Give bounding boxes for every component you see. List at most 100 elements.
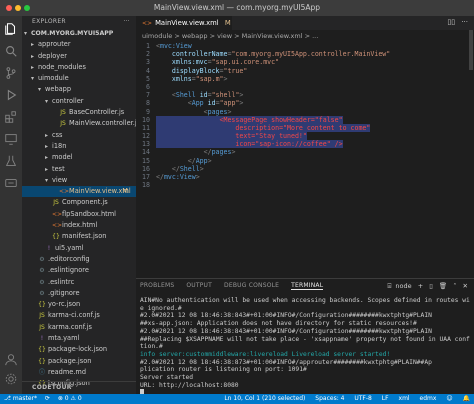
code-line[interactable]: 13 icon="sap-icon://coffee" /> xyxy=(136,140,474,149)
tree-file[interactable]: <>index.html xyxy=(22,220,136,231)
language-mode[interactable]: xml xyxy=(399,395,410,402)
kill-terminal-icon[interactable]: 🗑 xyxy=(439,282,447,290)
project-root[interactable]: ▾ COM.MYORG.MYUI5APP xyxy=(22,28,136,39)
cursor-position[interactable]: Ln 10, Col 1 (210 selected) xyxy=(224,395,305,402)
sync-icon[interactable]: ⟳ xyxy=(45,395,50,402)
code-line[interactable]: 14 </pages> xyxy=(136,148,474,156)
line-content: <mvc:View xyxy=(156,42,192,50)
tree-item-label: i18n xyxy=(52,141,67,150)
panel-tab-terminal[interactable]: TERMINAL xyxy=(291,282,324,290)
testing-icon[interactable] xyxy=(4,154,18,168)
tree-folder[interactable]: ▸ node_modules xyxy=(22,62,136,73)
code-line[interactable]: 8 <App id="app"> xyxy=(136,99,474,107)
tree-file[interactable]: ⓘ readme.md xyxy=(22,367,136,378)
settings-gear-icon[interactable] xyxy=(4,372,18,386)
terminal-line: tion.# xyxy=(140,343,163,351)
tree-file[interactable]: ⚙ .eslintrc xyxy=(22,277,136,288)
scrollbar-thumb[interactable] xyxy=(469,30,473,70)
code-line[interactable]: 4 displayBlock="true" xyxy=(136,67,474,75)
code-line[interactable]: 9 <pages> xyxy=(136,108,474,116)
tree-file[interactable]: {} package.json xyxy=(22,356,136,367)
code-line[interactable]: 11 description="More content to come" xyxy=(136,123,474,132)
problems-indicator[interactable]: ⊗ 0 ⚠ 0 xyxy=(58,395,82,402)
tree-file[interactable]: <>flpSandbox.html xyxy=(22,209,136,220)
breadcrumb[interactable]: uimodule > webapp > view > MainView.view… xyxy=(142,31,318,41)
terminal-selector[interactable]: node xyxy=(395,282,411,290)
code-view[interactable]: 1 <mvc:View 2 controllerName="com.myorg.my… xyxy=(136,42,474,189)
tree-file[interactable]: ⚙ .gitignore xyxy=(22,288,136,299)
tree-folder[interactable]: ▸ i18n xyxy=(22,141,136,152)
tree-file[interactable]: JS MainView.controller.js xyxy=(22,118,136,129)
tree-folder[interactable]: ▾ controller xyxy=(22,96,136,107)
tree-folder[interactable]: ▸ model xyxy=(22,152,136,163)
tree-folder[interactable]: ▸ css xyxy=(22,130,136,141)
source-control-icon[interactable] xyxy=(4,66,18,80)
code-line[interactable]: 18 xyxy=(136,181,474,189)
tree-file[interactable]: <>MainView.view.xml M xyxy=(22,186,136,198)
tree-file[interactable]: JS karma.conf.js xyxy=(22,322,136,333)
tree-folder[interactable]: ▸ test xyxy=(22,164,136,175)
code-token: xmlns xyxy=(156,74,192,83)
remote-explorer-icon[interactable] xyxy=(4,132,18,146)
tree-file[interactable]: ⚙ .editorconfig xyxy=(22,254,136,265)
code-token: </ xyxy=(156,173,164,181)
new-terminal-icon[interactable]: + xyxy=(418,282,423,290)
feedback-icon[interactable]: ☺ xyxy=(446,395,452,402)
tree-folder[interactable]: ▾ webapp xyxy=(22,84,136,95)
tree-file[interactable]: ! mta.yaml xyxy=(22,333,136,344)
extensions-icon[interactable] xyxy=(4,110,18,124)
more-actions-icon[interactable]: ··· xyxy=(123,16,130,28)
encoding[interactable]: UTF-8 xyxy=(354,395,372,402)
code-line[interactable]: 6 xyxy=(136,83,474,91)
tree-folder[interactable]: ▸ deployer xyxy=(22,51,136,62)
tree-folder[interactable]: ▾ uimodule xyxy=(22,73,136,84)
explorer-icon[interactable] xyxy=(4,22,18,36)
split-terminal-icon[interactable]: ▯ xyxy=(429,282,433,290)
tree-file[interactable]: JS Component.js xyxy=(22,197,136,208)
tree-file[interactable]: ⚙ .eslintignore xyxy=(22,265,136,276)
account-icon[interactable] xyxy=(4,352,18,366)
run-debug-icon[interactable] xyxy=(4,88,18,102)
line-number: 18 xyxy=(142,181,150,190)
tree-folder[interactable]: ▸ approuter xyxy=(22,39,136,50)
panel-tab-output[interactable]: OUTPUT xyxy=(186,282,212,289)
panel-tab-debug-console[interactable]: DEBUG CONSOLE xyxy=(224,282,279,289)
code-token: < xyxy=(156,99,192,108)
tree-file[interactable]: {} package-lock.json xyxy=(22,344,136,355)
sap-icon[interactable] xyxy=(4,176,18,190)
tab-mainview-xml[interactable]: <> MainView.view.xml M xyxy=(136,16,232,30)
code-line[interactable]: 1 <mvc:View xyxy=(136,42,474,50)
code-line[interactable]: 5 xmlns="sap.m"> xyxy=(136,75,474,83)
branch-indicator[interactable]: ⎇ master* xyxy=(4,395,37,402)
code-line[interactable]: 17 </mvc:View> xyxy=(136,173,474,181)
code-line[interactable]: 2 controllerName="com.myorg.myUI5App.con… xyxy=(136,50,474,58)
notifications-icon[interactable]: 🔔 xyxy=(463,395,470,402)
panel-tab-problems[interactable]: PROBLEMS xyxy=(140,282,174,289)
terminal-output[interactable]: AIN#No authentication will be used when … xyxy=(140,297,470,399)
code-line[interactable]: 3 xmlns:mvc="sap.ui.core.mvc" xyxy=(136,58,474,66)
codetour-section[interactable]: CODETOUR xyxy=(22,381,136,394)
close-panel-icon[interactable]: ✕ xyxy=(463,282,468,290)
maximize-panel-icon[interactable]: ˄ xyxy=(453,282,456,290)
code-line[interactable]: 10 <MessagePage showHeader="false" xyxy=(136,115,474,124)
code-line[interactable]: 16 </Shell> xyxy=(136,165,474,173)
code-token: > xyxy=(195,173,200,181)
code-line[interactable]: 12 text="Stay tuned!" xyxy=(136,132,474,141)
tree-item-label: BaseController.js xyxy=(69,108,125,117)
search-icon[interactable] xyxy=(4,44,18,58)
tree-file[interactable]: JS BaseController.js xyxy=(22,107,136,118)
code-line[interactable]: 15 </App> xyxy=(136,157,474,165)
code-token: </ xyxy=(156,164,180,173)
code-line[interactable]: 7 <Shell id="shell"> xyxy=(136,91,474,99)
tree-file[interactable]: ! ui5.yaml xyxy=(22,243,136,254)
user-label[interactable]: edmx xyxy=(420,395,437,402)
more-actions-icon[interactable]: ··· xyxy=(461,18,468,26)
tree-file[interactable]: JS karma-ci.conf.js xyxy=(22,310,136,321)
tree-folder[interactable]: ▾ view xyxy=(22,175,136,186)
tree-file[interactable]: {} manifest.json xyxy=(22,231,136,242)
editor-scrollbar[interactable] xyxy=(468,30,474,278)
end-of-line[interactable]: LF xyxy=(382,395,389,402)
indentation[interactable]: Spaces: 4 xyxy=(315,395,344,402)
tree-file[interactable]: {} yo-rc.json xyxy=(22,299,136,310)
split-editor-icon[interactable]: ▯▯ xyxy=(447,18,455,26)
